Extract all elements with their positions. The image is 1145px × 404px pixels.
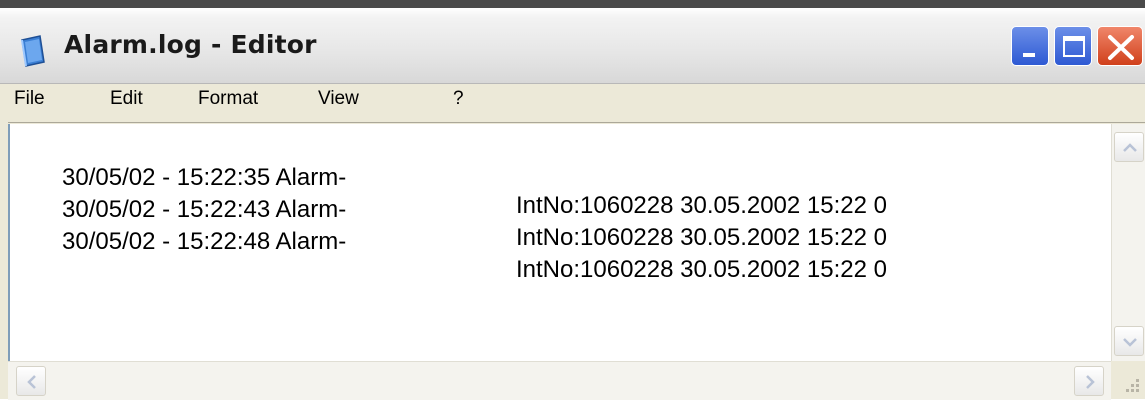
- scroll-down-button[interactable]: [1114, 326, 1144, 356]
- log-entry-time: 30/05/02 - 15:22:48 Alarm-: [62, 228, 347, 255]
- maximize-button[interactable]: [1054, 26, 1092, 66]
- text-editor-area[interactable]: 30/05/02 - 15:22:35 Alarm- IntNo:1060228…: [8, 124, 1111, 361]
- chevron-down-icon: [1123, 338, 1137, 347]
- text-line: 30/05/02 - 15:22:48 Alarm- IntNo:1060228…: [22, 200, 887, 312]
- close-icon: [1108, 35, 1134, 60]
- minimize-button[interactable]: [1011, 26, 1049, 66]
- log-entry-detail: IntNo:1060228 30.05.2002 15:22 0: [516, 224, 887, 251]
- window-frame-left: [0, 122, 8, 399]
- vertical-scrollbar[interactable]: [1111, 124, 1145, 361]
- maximize-icon: [1063, 36, 1085, 57]
- close-button[interactable]: [1097, 26, 1143, 66]
- menu-bar: File Edit Format View ?: [0, 84, 1145, 123]
- resize-grip[interactable]: [1111, 361, 1145, 399]
- notepad-icon: [21, 35, 45, 67]
- menu-edit[interactable]: Edit: [110, 88, 143, 110]
- resize-grip-icon: [1126, 379, 1139, 392]
- minimize-icon: [1023, 53, 1035, 57]
- horizontal-scrollbar[interactable]: [8, 361, 1111, 400]
- menu-help[interactable]: ?: [453, 88, 464, 110]
- scroll-right-button[interactable]: [1074, 366, 1104, 396]
- notepad-window: Alarm.log - Editor File Edit Format View…: [0, 0, 1145, 400]
- menu-file[interactable]: File: [14, 88, 45, 110]
- log-entry-detail: IntNo:1060228 30.05.2002 15:22 0: [516, 256, 887, 283]
- menu-view[interactable]: View: [318, 88, 359, 110]
- scroll-up-button[interactable]: [1114, 132, 1144, 162]
- chevron-left-icon: [27, 375, 36, 389]
- log-entry-detail: IntNo:1060228 30.05.2002 15:22 0: [516, 192, 887, 219]
- window-title: Alarm.log - Editor: [64, 30, 317, 59]
- scroll-left-button[interactable]: [16, 366, 46, 396]
- title-bar[interactable]: Alarm.log - Editor: [0, 0, 1145, 84]
- chevron-right-icon: [1086, 375, 1095, 389]
- menu-format[interactable]: Format: [198, 88, 258, 110]
- chevron-up-icon: [1123, 143, 1137, 152]
